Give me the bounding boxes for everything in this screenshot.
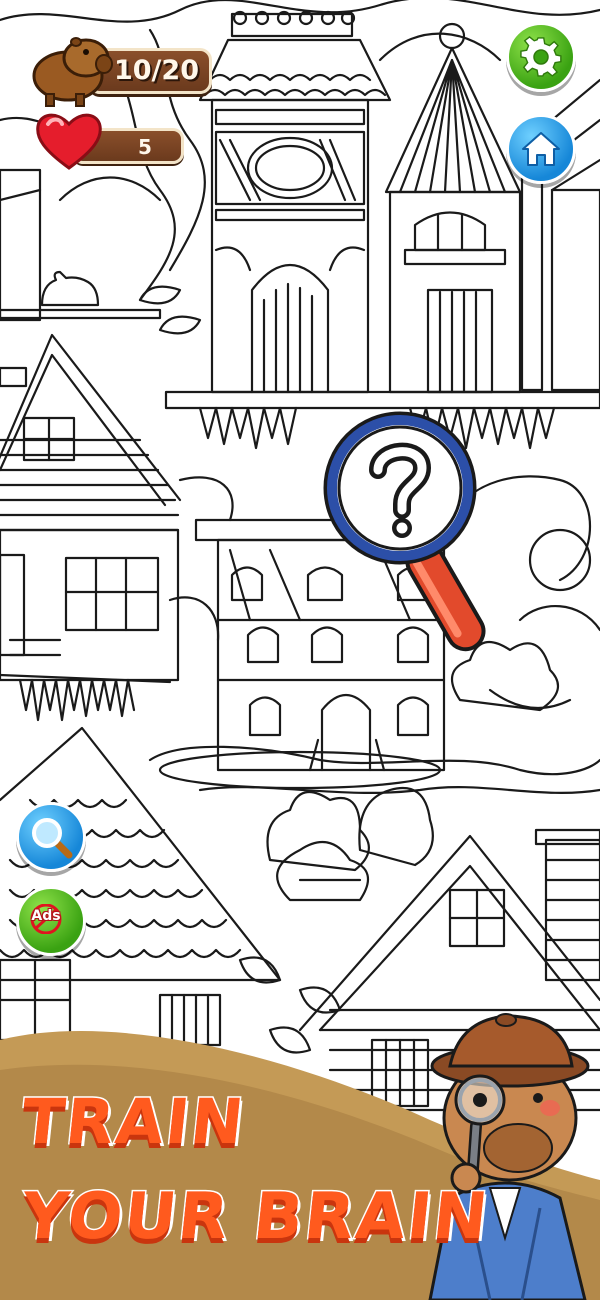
- magnifier-icon: [32, 818, 73, 859]
- lives-value: 5: [138, 135, 152, 159]
- magnifier-question-icon[interactable]: [314, 404, 514, 662]
- hint-button[interactable]: [16, 802, 86, 872]
- capybara-icon: [32, 37, 113, 107]
- settings-button[interactable]: [506, 22, 576, 92]
- home-button[interactable]: [506, 114, 576, 184]
- promo-title-line1: TRAIN: [17, 1084, 251, 1160]
- gear-icon: [520, 36, 562, 77]
- heart-icon: [36, 113, 102, 170]
- home-icon: [522, 132, 560, 166]
- detective-capybara-mascot: [428, 1013, 590, 1300]
- promo-title-line2: YOUR BRAIN: [17, 1179, 495, 1256]
- ads-label: Ads: [31, 908, 61, 924]
- cat-figure: [40, 270, 100, 307]
